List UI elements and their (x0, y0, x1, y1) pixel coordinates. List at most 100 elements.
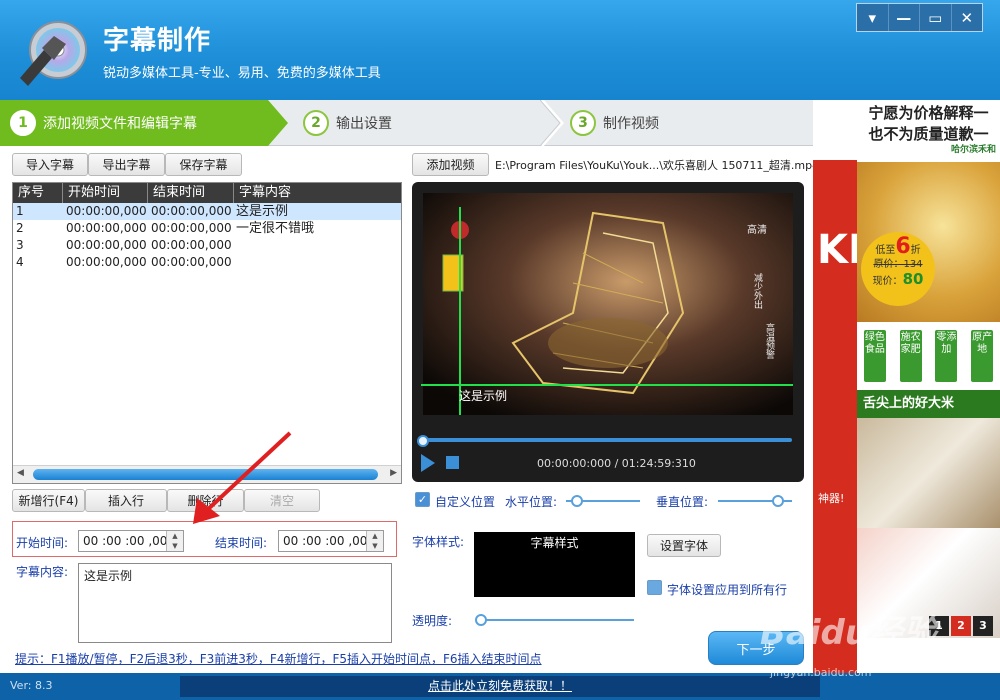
vertical-position-knob[interactable] (772, 495, 784, 507)
end-time-input[interactable]: 00 :00 :00 ,000 ▲ ▼ (278, 530, 384, 552)
custom-position-checkbox[interactable]: ✓ (415, 492, 430, 507)
custom-position-label: 自定义位置 (435, 495, 496, 509)
subtitle-content-textarea[interactable]: 这是示例 (78, 563, 392, 643)
version-text: Ver: 8.3 (10, 679, 53, 692)
horizontal-position-knob[interactable] (571, 495, 583, 507)
clear-button[interactable]: 清空 (244, 489, 320, 512)
cell-index: 2 (16, 221, 24, 235)
opacity-knob[interactable] (475, 614, 487, 626)
video-time: 00:00:00:000 / 01:24:59:310 (537, 457, 696, 470)
cell-start: 00:00:00,000 (66, 221, 147, 235)
horizontal-scrollbar[interactable]: ◀ ▶ (13, 465, 401, 483)
ad-discount: 6 (895, 234, 911, 259)
svg-text:高温预警: 高温预警 (764, 322, 775, 360)
scroll-left-icon[interactable]: ◀ (17, 468, 24, 478)
end-time-value: 00 :00 :00 ,000 (283, 534, 376, 548)
play-icon[interactable] (421, 454, 435, 472)
svg-text:高清: 高清 (747, 223, 767, 236)
ad-headline: 宁愿为价格解释一 也不为质量道歉一 哈尔滨禾和 (857, 100, 1000, 162)
ad-tags: 绿色食品 施农家肥 零添加 原产地 (857, 322, 1000, 390)
opacity-slider[interactable] (476, 619, 634, 621)
vertical-position-label: 垂直位置: (656, 495, 709, 509)
video-player: 高清 减少外出 高温预警 这是示例 00:00:00:000 / 01:24:5… (412, 182, 804, 482)
ad-page-button[interactable]: 2 (951, 616, 971, 636)
save-subtitle-button[interactable]: 保存字幕 (165, 153, 242, 176)
apply-all-checkbox[interactable] (647, 580, 662, 595)
ad-product-image (857, 418, 1000, 528)
ad-rice-image: 低至6折 原价：134 现价：80 (857, 162, 1000, 322)
cell-end: 00:00:00,000 (151, 238, 232, 252)
add-video-button[interactable]: 添加视频 (412, 153, 489, 176)
menu-dropdown-button[interactable]: ▾ (857, 4, 889, 31)
video-frame-image[interactable]: 高清 减少外出 高温预警 (423, 193, 793, 415)
svg-text:减少外出: 减少外出 (752, 272, 763, 310)
step-3[interactable]: 3 制作视频 (570, 100, 659, 146)
table-row[interactable]: 4 00:00:00,000 00:00:00,000 (13, 254, 401, 271)
set-font-button[interactable]: 设置字体 (647, 534, 721, 557)
scroll-right-icon[interactable]: ▶ (390, 468, 397, 478)
video-path: E:\Program Files\YouKu\Youk...\欢乐喜剧人 150… (495, 159, 820, 172)
col-header-content[interactable]: 字幕内容 (234, 183, 401, 203)
ad-line-1: 宁愿为价格解释一 (868, 104, 989, 122)
import-subtitle-button[interactable]: 导入字幕 (12, 153, 88, 176)
video-progress-bar[interactable] (422, 438, 792, 442)
cell-text (234, 254, 401, 271)
ad-white-block (813, 100, 857, 160)
baidu-watermark-url: jingyan.baidu.com (770, 666, 872, 679)
video-progress-knob[interactable] (417, 435, 429, 447)
title-bar: 字幕制作 锐动多媒体工具-专业、易用、免费的多媒体工具 ▾ — ▭ ✕ (0, 0, 1000, 100)
spinner-arrows-icon[interactable]: ▲ ▼ (166, 531, 183, 551)
start-time-input[interactable]: 00 :00 :00 ,000 ▲ ▼ (78, 530, 184, 552)
insert-row-button[interactable]: 插入行 (85, 489, 167, 512)
ad-tag: 绿色食品 (863, 330, 886, 382)
maximize-button[interactable]: ▭ (920, 4, 952, 31)
content-label: 字幕内容: (16, 565, 69, 579)
ad-tag: 零添加 (935, 330, 958, 382)
close-button[interactable]: ✕ (952, 4, 983, 31)
ad-line-2: 也不为质量道歉一 (868, 125, 989, 143)
cell-index: 1 (16, 204, 24, 218)
ad-orig-price: 原价：134 (873, 259, 923, 270)
horizontal-position-label: 水平位置: (505, 495, 558, 509)
table-row[interactable]: 1 00:00:00,000 00:00:00,000 这是示例 (13, 203, 401, 220)
export-subtitle-button[interactable]: 导出字幕 (88, 153, 165, 176)
minimize-button[interactable]: — (889, 4, 920, 31)
step-2-number: 2 (303, 110, 329, 136)
step-2[interactable]: 2 输出设置 (303, 100, 392, 146)
font-preview: 字幕样式 (474, 532, 635, 597)
col-header-index[interactable]: 序号 (13, 183, 63, 203)
cell-start: 00:00:00,000 (66, 255, 147, 269)
step-1[interactable]: 1 添加视频文件和编辑字幕 (0, 100, 288, 146)
add-row-button[interactable]: 新增行(F4) (12, 489, 85, 512)
step-1-label: 添加视频文件和编辑字幕 (43, 116, 197, 132)
chevron-right-icon (540, 100, 564, 146)
start-time-label: 开始时间: (16, 536, 69, 550)
cell-end: 00:00:00,000 (151, 204, 232, 218)
keyboard-hint-link[interactable]: 提示：F1播放/暂停，F2后退3秒，F3前进3秒，F4新增行，F5插入开始时间点… (15, 650, 542, 667)
col-header-end[interactable]: 结束时间 (148, 183, 234, 203)
step-3-number: 3 (570, 110, 596, 136)
table-row[interactable]: 3 00:00:00,000 00:00:00,000 (13, 237, 401, 254)
cell-start: 00:00:00,000 (66, 204, 147, 218)
ad-panel[interactable]: KI 神器! 宁愿为价格解释一 也不为质量道歉一 哈尔滨禾和 低至6折 原价：1… (813, 100, 1000, 673)
promo-link[interactable]: 点击此处立刻免费获取！！ (180, 676, 820, 697)
stop-icon[interactable] (446, 456, 459, 469)
subtitle-table[interactable]: 序号 开始时间 结束时间 字幕内容 1 00:00:00,000 00:00:0… (12, 182, 402, 484)
ad-pagination: 1 2 3 (929, 616, 993, 636)
ad-red-strip: KI 神器! (813, 160, 863, 673)
cell-end: 00:00:00,000 (151, 255, 232, 269)
ad-page-button[interactable]: 3 (973, 616, 993, 636)
video-subtitle-overlay: 这是示例 (459, 389, 508, 403)
apply-all-label: 字体设置应用到所有行 (667, 583, 788, 597)
table-row[interactable]: 2 00:00:00,000 00:00:00,000 一定很不错哦 (13, 220, 401, 237)
scrollbar-thumb[interactable] (33, 469, 378, 480)
delete-row-button[interactable]: 删除行 (167, 489, 244, 512)
spinner-arrows-icon[interactable]: ▲ ▼ (366, 531, 383, 551)
cell-text: 这是示例 (236, 204, 289, 219)
cell-text: 一定很不错哦 (236, 221, 315, 236)
ad-red-text: 神器! (818, 492, 845, 505)
col-header-start[interactable]: 开始时间 (63, 183, 148, 203)
font-style-label: 字体样式: (412, 535, 465, 549)
ad-price-prefix: 低至 (875, 245, 896, 256)
position-guide-horizontal[interactable] (421, 384, 793, 386)
